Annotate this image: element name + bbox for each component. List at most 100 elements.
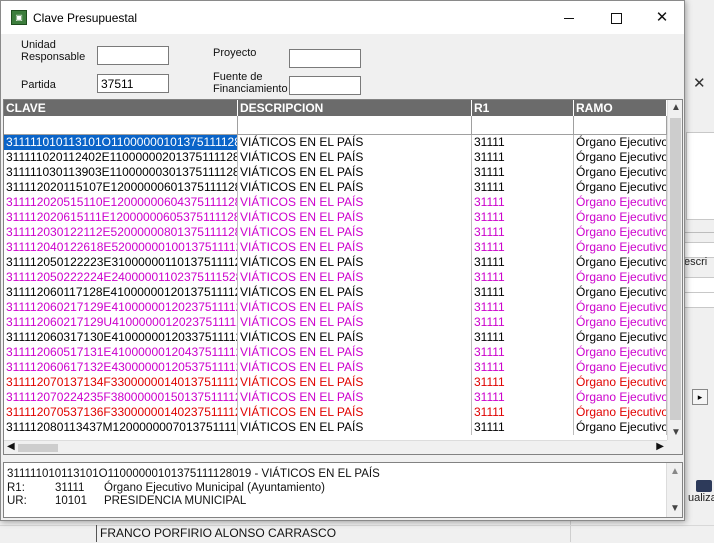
cell-ramo: Órgano Ejecutivo Municipal (576, 285, 667, 300)
minimize-button[interactable] (546, 1, 592, 34)
fuente-financiamiento-input[interactable] (289, 76, 361, 95)
table-row[interactable]: 311112070537136F33000000140237511112801 V… (4, 405, 667, 420)
cell-r1: 31111 (472, 195, 574, 210)
cell-descripcion: VIÁTICOS EN EL PAÍS (238, 420, 472, 435)
table-row[interactable]: 311112060217129E41000000120237511112801 V… (4, 300, 667, 315)
maximize-icon (610, 12, 622, 24)
cell-r1: 31111 (472, 345, 574, 360)
cell-r1: 31111 (472, 420, 574, 435)
column-header-descripcion[interactable]: DESCRIPCION (238, 100, 472, 116)
table-row[interactable]: 311112050222224E24000001102375111528019 V… (4, 270, 667, 285)
partida-input[interactable] (97, 74, 169, 93)
table-row[interactable]: 311112020115107E12000000601375111128019 V… (4, 180, 667, 195)
table-row[interactable]: 311112060117128E41000000120137511112801 V… (4, 285, 667, 300)
title-bar[interactable]: ▣ Clave Presupuestal ✕ (1, 1, 684, 34)
cell-ramo: Órgano Ejecutivo Municipal (576, 180, 667, 195)
cell-ramo: Órgano Ejecutivo Municipal (576, 210, 667, 225)
background-field[interactable] (684, 292, 714, 308)
cell-ramo: Órgano Ejecutivo Municipal (576, 330, 667, 345)
table-row[interactable]: 311112060517131E41000000120437511112801 V… (4, 345, 667, 360)
maximize-button[interactable] (593, 1, 639, 34)
table-row[interactable]: 311112080113437M12000000070137511112801 V… (4, 420, 667, 435)
cell-descripcion: VIÁTICOS EN EL PAÍS (238, 390, 472, 405)
column-header-clave[interactable]: CLAVE (4, 100, 238, 116)
filter-cell-r1[interactable] (472, 116, 574, 134)
column-header-r1[interactable]: R1 (472, 100, 574, 116)
scroll-thumb[interactable] (18, 444, 58, 452)
table-row[interactable]: 311111010113101O11000000101375111128019 V… (4, 135, 667, 150)
cell-r1: 31111 (472, 375, 574, 390)
cell-ramo: Órgano Ejecutivo Municipal (576, 135, 667, 150)
cell-r1: 31111 (472, 255, 574, 270)
table-row[interactable]: 311112070137134F33000000140137511112801 V… (4, 375, 667, 390)
table-row[interactable]: 311111030113903E11000000301375111128019 V… (4, 165, 667, 180)
cell-clave: 311112020515110E12000000604375111128019 (6, 195, 238, 210)
ur-code: 10101 (55, 495, 87, 507)
cell-ramo: Órgano Ejecutivo Municipal (576, 420, 667, 435)
background-close-icon[interactable]: ✕ (693, 74, 706, 92)
r1-description: Órgano Ejecutivo Municipal (Ayuntamiento… (104, 482, 325, 494)
grid-vertical-scrollbar[interactable]: ▲ ▼ (667, 100, 682, 440)
table-row[interactable]: 311112060617132E43000000120537511112801 V… (4, 360, 667, 375)
grid-horizontal-scrollbar[interactable]: ◀ ▶ (4, 440, 667, 454)
scroll-right-icon[interactable]: ▶ (656, 441, 664, 452)
cell-clave: 311111010113101O11000000101375111128019 (4, 135, 238, 150)
scroll-up-icon[interactable]: ▲ (671, 102, 681, 113)
table-row[interactable]: 311112020615111E12000000605375111128019 V… (4, 210, 667, 225)
cell-descripcion: VIÁTICOS EN EL PAÍS (238, 180, 472, 195)
background-field[interactable] (684, 277, 714, 293)
filter-cell-clave[interactable] (4, 116, 238, 134)
cell-clave: 311112020615111E12000000605375111128019 (6, 210, 238, 225)
cell-descripcion: VIÁTICOS EN EL PAÍS (238, 165, 472, 180)
grid-filter-row[interactable] (4, 116, 667, 135)
background-update-button[interactable]: ualiza (688, 480, 714, 508)
cell-ramo: Órgano Ejecutivo Municipal (576, 390, 667, 405)
scroll-up-icon[interactable]: ▲ (670, 465, 680, 478)
cell-descripcion: VIÁTICOS EN EL PAÍS (238, 360, 472, 375)
cell-ramo: Órgano Ejecutivo Municipal (576, 240, 667, 255)
table-row[interactable]: 311112040122618E52000000100137511112801 V… (4, 240, 667, 255)
cell-clave: 311112050122223E31000000110137511112801 (6, 255, 238, 270)
table-row[interactable]: 311112050122223E31000000110137511112801 V… (4, 255, 667, 270)
scroll-left-icon[interactable]: ◀ (7, 441, 15, 452)
background-small-button[interactable]: ▸ (692, 389, 708, 405)
close-button[interactable]: ✕ (639, 1, 685, 34)
cell-descripcion: VIÁTICOS EN EL PAÍS (238, 255, 472, 270)
scroll-thumb[interactable] (670, 118, 681, 420)
ur-description: PRESIDENCIA MUNICIPAL (104, 495, 247, 507)
fuente-financiamiento-label: Fuente de Financiamiento (213, 71, 288, 95)
scroll-down-icon[interactable]: ▼ (670, 502, 680, 515)
r1-code: 31111 (55, 482, 85, 494)
filter-cell-descripcion[interactable] (238, 116, 472, 134)
table-row[interactable]: 311112060317130E41000000120337511112801 V… (4, 330, 667, 345)
claves-grid[interactable]: CLAVE DESCRIPCION R1 RAMO 31111101011310… (3, 99, 683, 455)
cell-ramo: Órgano Ejecutivo Municipal (576, 225, 667, 240)
proyecto-input[interactable] (289, 49, 361, 68)
cell-clave: 311112020115107E12000000601375111128019 (6, 180, 238, 195)
table-row[interactable]: 311112070224235F38000000150137511112801 V… (4, 390, 667, 405)
detail-scrollbar[interactable]: ▲ ▼ (666, 463, 682, 517)
update-icon (696, 480, 712, 492)
filter-cell-ramo[interactable] (574, 116, 667, 134)
cell-clave: 311112070224235F38000000150137511112801 (6, 390, 238, 405)
cell-r1: 31111 (472, 210, 574, 225)
cell-clave: 311111030113903E11000000301375111128019 (6, 165, 238, 180)
cell-ramo: Órgano Ejecutivo Municipal (576, 150, 667, 165)
column-header-ramo[interactable]: RAMO (574, 100, 667, 116)
app-icon: ▣ (11, 10, 27, 25)
cell-r1: 31111 (472, 270, 574, 285)
cell-clave: 311112060317130E41000000120337511112801 (6, 330, 238, 345)
table-row[interactable]: 311112030122112E52000000801375111128019 V… (4, 225, 667, 240)
cell-clave: 311112040122618E52000000100137511112801 (6, 240, 238, 255)
cell-r1: 31111 (472, 315, 574, 330)
unidad-responsable-input[interactable] (97, 46, 169, 65)
table-row[interactable]: 311112060217129U41000000120237511112801 V… (4, 315, 667, 330)
cell-clave: 311112070537136F33000000140237511112801 (6, 405, 238, 420)
table-row[interactable]: 311112020515110E12000000604375111128019 V… (4, 195, 667, 210)
scroll-down-icon[interactable]: ▼ (671, 427, 681, 438)
cell-ramo: Órgano Ejecutivo Municipal (576, 165, 667, 180)
cell-ramo: Órgano Ejecutivo Municipal (576, 405, 667, 420)
table-row[interactable]: 311111020112402E11000000201375111128019 V… (4, 150, 667, 165)
cell-r1: 31111 (472, 390, 574, 405)
proyecto-label: Proyecto (213, 47, 257, 59)
